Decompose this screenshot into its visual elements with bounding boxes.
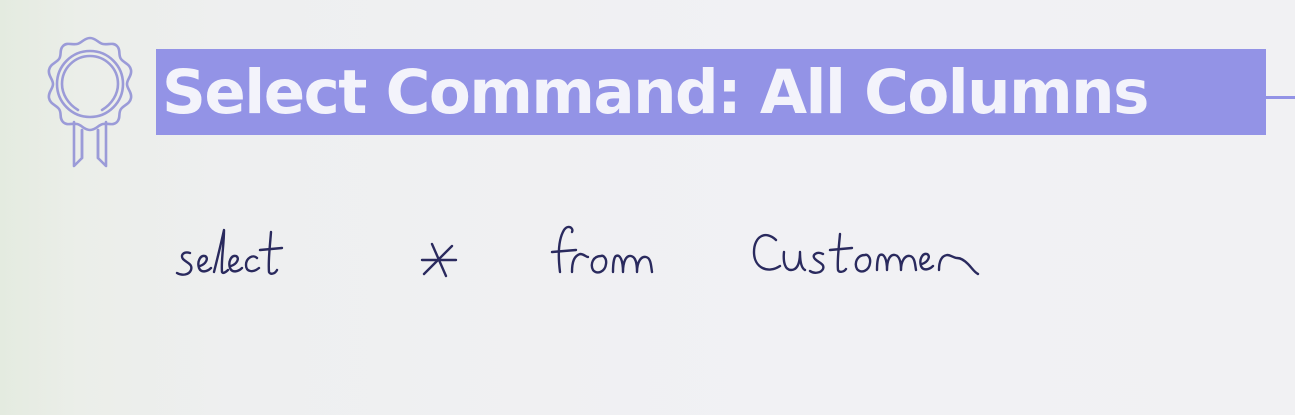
ink-select [175, 228, 284, 276]
slide-title: Select Command: All Columns [162, 56, 1149, 128]
handwriting-strokes [175, 225, 980, 278]
ink-from [550, 225, 654, 274]
title-divider-line [1266, 96, 1295, 99]
slide: Select Command: All Columns select * fro… [0, 0, 1295, 415]
ink-customer [752, 232, 980, 276]
handwritten-sql-query: select * from customer [160, 200, 1040, 300]
ink-asterisk [420, 242, 458, 278]
title-banner: Select Command: All Columns [156, 49, 1266, 135]
award-ribbon-icon [38, 34, 142, 170]
